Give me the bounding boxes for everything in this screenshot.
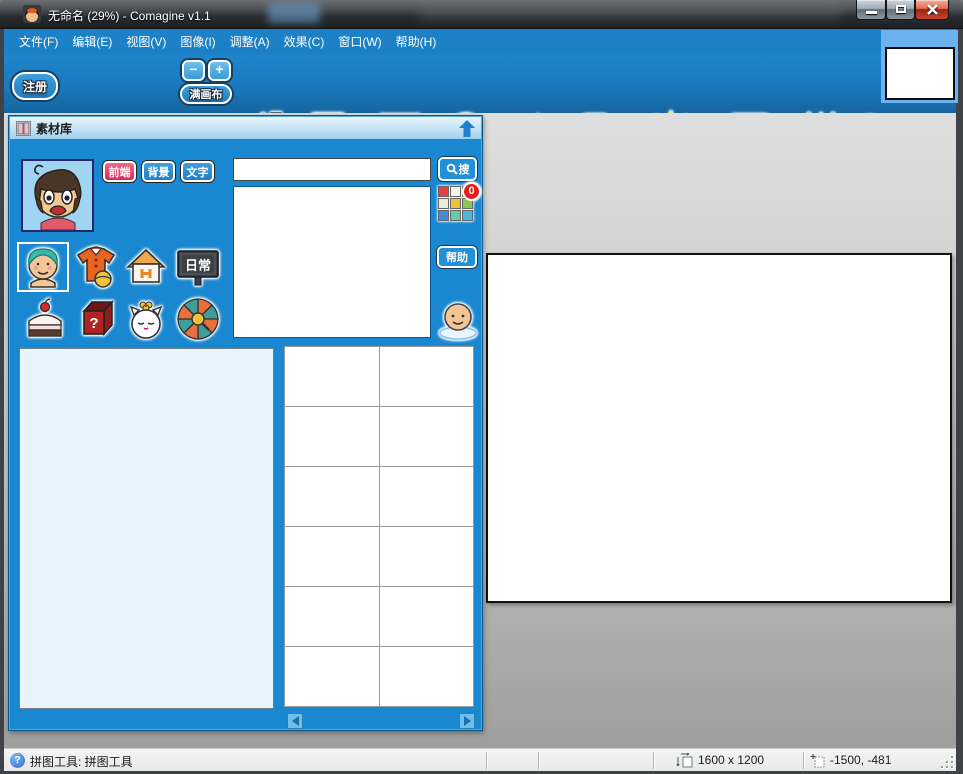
category-cat[interactable] xyxy=(122,296,170,342)
zoom-in-button[interactable]: + xyxy=(208,60,231,81)
status-canvas-size: 1600 x 1200 xyxy=(698,753,764,767)
status-tool-text: 拼图工具: 拼图工具 xyxy=(30,753,133,770)
menu-image[interactable]: 图像(I) xyxy=(173,29,222,55)
asset-grid-cell[interactable] xyxy=(380,647,474,706)
toolbar: 注册 − + 满画布 工具 素材库 xyxy=(4,55,956,113)
arrow-up-icon xyxy=(459,120,475,137)
minimize-button[interactable] xyxy=(856,0,886,20)
umbrella-icon xyxy=(175,297,221,341)
bath-face-icon[interactable] xyxy=(438,297,478,341)
asset-grid-cell[interactable] xyxy=(380,347,474,406)
menu-effect[interactable]: 效果(C) xyxy=(277,29,332,55)
asset-grid xyxy=(284,346,474,707)
menu-edit[interactable]: 编辑(E) xyxy=(65,29,119,55)
tab-text[interactable]: 文字 xyxy=(181,161,214,182)
current-color-swatch[interactable] xyxy=(885,47,955,100)
close-button[interactable] xyxy=(915,0,949,20)
daily-board-icon: 日常 xyxy=(175,245,221,289)
app-icon xyxy=(23,5,41,23)
asset-grid-cell[interactable] xyxy=(380,587,474,646)
panel-title: 素材库 xyxy=(36,120,72,137)
mystery-box-icon: ? xyxy=(74,297,118,341)
menu-file[interactable]: 文件(F) xyxy=(12,29,65,55)
register-button[interactable]: 注册 xyxy=(12,72,58,100)
status-divider xyxy=(486,752,487,769)
tab-background[interactable]: 背景 xyxy=(142,161,175,182)
close-icon xyxy=(927,4,938,15)
menu-bar: 文件(F) 编辑(E) 视图(V) 图像(I) 调整(A) 效果(C) 窗口(W… xyxy=(4,29,956,55)
collapse-panel-button[interactable] xyxy=(459,120,475,137)
clothes-icon xyxy=(74,245,118,289)
status-divider xyxy=(538,752,539,769)
title-bar: 无命名 (29%) - Comagine v1.1 xyxy=(0,0,963,29)
tab-foreground[interactable]: 前端 xyxy=(103,161,136,182)
count-badge: 0 xyxy=(462,182,481,201)
scroll-right-button[interactable] xyxy=(459,713,475,729)
category-mystery-box[interactable]: ? xyxy=(72,296,120,342)
resize-grip[interactable] xyxy=(940,755,954,769)
color-swatch-panel xyxy=(881,30,958,103)
menu-window[interactable]: 窗口(W) xyxy=(331,29,388,55)
person-icon xyxy=(21,245,65,289)
maximize-icon xyxy=(896,5,906,13)
search-input[interactable] xyxy=(233,158,431,181)
status-help-icon: ? xyxy=(10,753,25,768)
asset-grid-cell[interactable] xyxy=(285,587,379,646)
scroll-left-button[interactable] xyxy=(287,713,303,729)
cursor-position-icon xyxy=(810,753,826,768)
asset-grid-cell[interactable] xyxy=(285,647,379,706)
asset-grid-cell[interactable] xyxy=(285,467,379,526)
category-clothes[interactable] xyxy=(72,244,120,290)
asset-grid-cell[interactable] xyxy=(285,527,379,586)
zoom-out-button[interactable]: − xyxy=(182,60,205,81)
maximize-button[interactable] xyxy=(886,0,915,20)
minimize-icon xyxy=(866,11,877,14)
category-daily[interactable]: 日常 xyxy=(174,244,222,290)
cat-icon xyxy=(124,297,168,341)
asset-pack-icon[interactable]: 0 xyxy=(438,186,478,226)
asset-grid-cell[interactable] xyxy=(380,527,474,586)
status-bar: ? 拼图工具: 拼图工具 1600 x 1200 -1500, -481 xyxy=(4,748,956,771)
asset-grid-cell[interactable] xyxy=(285,347,379,406)
arrow-right-icon xyxy=(464,716,471,726)
fit-canvas-button[interactable]: 满画布 xyxy=(180,84,232,104)
arrow-left-icon xyxy=(292,716,299,726)
asset-grid-cell[interactable] xyxy=(285,407,379,466)
aero-glass-reflection xyxy=(420,8,840,20)
menu-view[interactable]: 视图(V) xyxy=(119,29,173,55)
preview-area[interactable] xyxy=(19,348,274,709)
cake-icon xyxy=(21,297,65,341)
avatar[interactable] xyxy=(21,159,94,232)
app-window: 无命名 (29%) - Comagine v1.1 文件(F) 编辑(E) 视图… xyxy=(0,0,963,774)
status-cursor-position: -1500, -481 xyxy=(830,753,891,767)
daily-label: 日常 xyxy=(185,258,211,273)
house-icon xyxy=(124,245,168,289)
status-divider xyxy=(803,752,804,769)
category-house[interactable] xyxy=(122,244,170,290)
category-umbrella[interactable] xyxy=(174,296,222,342)
mystery-label: ? xyxy=(89,315,98,332)
canvas-size-icon xyxy=(676,753,694,768)
aero-glass-reflection xyxy=(268,3,320,23)
menu-adjust[interactable]: 调整(A) xyxy=(223,29,277,55)
door-icon xyxy=(16,121,31,136)
panel-header[interactable]: 素材库 xyxy=(10,117,481,139)
material-library-panel: 素材库 前端 背景 文字 xyxy=(8,115,483,731)
search-result-list[interactable] xyxy=(233,186,431,338)
window-title: 无命名 (29%) - Comagine v1.1 xyxy=(48,7,211,24)
search-icon xyxy=(446,163,458,175)
search-button[interactable]: 搜 xyxy=(438,157,477,181)
status-divider xyxy=(653,752,654,769)
category-person[interactable] xyxy=(19,244,67,290)
menu-help[interactable]: 帮助(H) xyxy=(389,29,444,55)
help-button[interactable]: 帮助 xyxy=(437,246,477,268)
drawing-canvas[interactable] xyxy=(486,253,952,603)
category-cake[interactable] xyxy=(19,296,67,342)
asset-grid-cell[interactable] xyxy=(380,467,474,526)
asset-grid-cell[interactable] xyxy=(380,407,474,466)
search-button-label: 搜 xyxy=(459,161,470,177)
